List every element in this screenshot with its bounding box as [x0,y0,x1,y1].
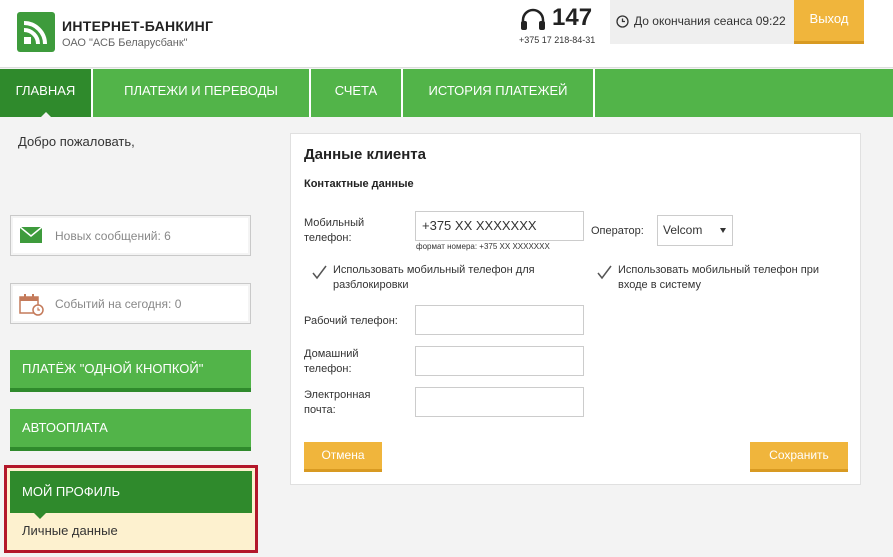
clock-icon [616,15,629,28]
email-input[interactable] [415,387,584,417]
operator-value: Velcom [663,223,703,237]
autopay-button[interactable]: АВТООПЛАТА [10,409,251,451]
unlock-checkbox-label: Использовать мобильный телефон для разбл… [333,264,535,291]
tab-main[interactable]: ГЛАВНАЯ [0,69,93,118]
save-button[interactable]: Сохранить [750,442,848,472]
envelope-icon [19,226,43,243]
mobile-phone-input[interactable]: +375 XX XXXXXXX [415,211,584,241]
operator-label: Оператор: [591,225,644,237]
headset-icon [521,8,545,30]
mobile-format-hint: формат номера: +375 XX XXXXXXX [416,242,550,251]
phone-full: +375 17 218-84-31 [519,35,596,45]
events-box[interactable]: Событий на сегодня: 0 [10,283,251,324]
cancel-button[interactable]: Отмена [304,442,382,472]
work-phone-input[interactable] [415,305,584,335]
login-checkbox-label: Использовать мобильный телефон при входе… [618,264,820,291]
bank-logo [17,12,55,52]
home-phone-label: Домашний телефон: [304,348,359,375]
messages-box[interactable]: Новых сообщений: 6 [10,215,251,256]
work-phone-label: Рабочий телефон: [304,315,398,327]
logo-icon [23,21,47,45]
messages-count: Новых сообщений: 6 [55,229,171,243]
operator-select[interactable]: Velcom [657,215,733,246]
session-text: До окончания сеанса 09:22 [634,14,786,28]
personal-data-link[interactable]: Личные данные [22,523,118,538]
contact-subtitle: Контактные данные [304,178,414,190]
tab-payments[interactable]: ПЛАТЕЖИ И ПЕРЕВОДЫ [93,69,311,117]
one-click-payment-button[interactable]: ПЛАТЁЖ "ОДНОЙ КНОПКОЙ" [10,350,251,392]
logout-button[interactable]: Выход [794,0,864,44]
checkmark-icon[interactable] [311,264,327,280]
session-timer: До окончания сеанса 09:22 [610,0,794,44]
panel-title: Данные клиента [304,146,426,163]
welcome-text: Добро пожаловать, [18,134,135,149]
mobile-label: Мобильный телефон: [304,217,365,244]
chevron-down-icon [720,228,726,233]
main-nav: ГЛАВНАЯ ПЛАТЕЖИ И ПЕРЕВОДЫ СЧЕТА ИСТОРИЯ… [0,69,893,118]
email-label: Электронная почта: [304,389,371,416]
phone-short: 147 [552,4,593,31]
brand-subtitle: ОАО "АСБ Беларусбанк" [62,37,188,49]
client-data-panel: Данные клиента Контактные данные Мобильн… [290,133,861,485]
profile-section: МОЙ ПРОФИЛЬ Личные данные [4,465,258,553]
tab-accounts[interactable]: СЧЕТА [311,69,403,117]
profile-header[interactable]: МОЙ ПРОФИЛЬ [10,471,252,519]
events-count: Событий на сегодня: 0 [55,297,182,311]
checkmark-icon[interactable] [596,264,612,280]
header: ИНТЕРНЕТ-БАНКИНГ ОАО "АСБ Беларусбанк" 1… [0,0,893,68]
home-phone-input[interactable] [415,346,584,376]
brand-title: ИНТЕРНЕТ-БАНКИНГ [62,18,214,34]
calendar-icon [19,294,44,316]
tab-history[interactable]: ИСТОРИЯ ПЛАТЕЖЕЙ [403,69,595,117]
